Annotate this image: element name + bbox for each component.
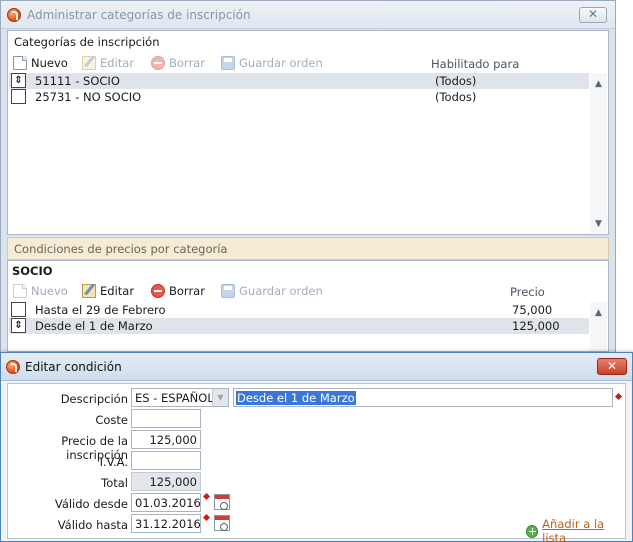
valido-hasta-input[interactable]: 31.12.2016 [131,514,201,533]
delete-label: Borrar [169,284,205,298]
coste-input[interactable] [131,409,201,428]
row-select-box[interactable] [11,89,26,104]
calendar-icon[interactable] [214,515,230,531]
dialog-title: Editar condición [25,360,122,374]
scroll-up-icon[interactable]: ▲ [590,306,607,320]
scroll-down-icon[interactable]: ▼ [590,217,607,231]
valido-desde-input[interactable]: 01.03.2016 [131,493,201,512]
categories-panel: Categorías de inscripción Nuevo Editar B… [7,30,609,235]
category-name: 25731 - NO SOCIO [35,90,142,104]
descripcion-input[interactable]: Desde el 1 de Marzo [233,388,613,407]
new-condition-button[interactable]: Nuevo [13,282,68,300]
iva-label: I.V.A. [99,455,128,469]
pricing-section-title: Condiciones de precios por categoría [14,242,228,256]
descripcion-label: Descripción [60,392,128,406]
edit-pencil-icon [82,56,96,70]
delete-condition-button[interactable]: Borrar [151,282,205,300]
descripcion-value: Desde el 1 de Marzo [236,391,356,405]
coste-label: Coste [95,413,128,427]
price-column-header: Precio [510,285,545,299]
total-label: Total [101,476,128,490]
calendar-icon[interactable] [214,494,230,510]
iva-input[interactable] [131,451,201,470]
enabled-for-column-header: Habilitado para [431,57,520,71]
precio-input[interactable]: 125,000 [131,430,201,449]
pricing-scrollbar[interactable]: ▲ [590,302,607,351]
categories-section-title: Categorías de inscripción [14,35,160,49]
dialog-titlebar[interactable]: Editar condición ✕ [1,353,632,381]
scroll-up-icon[interactable]: ▲ [590,77,607,91]
valido-hasta-label: Válido hasta [57,518,128,532]
drag-handle-icon[interactable]: ⇕ [11,318,26,333]
new-document-icon [13,56,27,70]
app-logo-icon [7,8,21,22]
dialog-form: Descripción ES - ESPAÑOL ▼ Desde el 1 de… [7,383,626,542]
new-label: Nuevo [31,284,68,298]
new-label: Nuevo [31,56,68,70]
edit-condition-dialog: Editar condición ✕ Descripción ES - ESPA… [0,352,633,542]
window-title: Administrar categorías de inscripción [27,8,251,22]
language-select[interactable]: ES - ESPAÑOL ▼ [131,388,229,407]
required-marker-icon [614,392,623,401]
condition-price: 75,000 [512,303,553,317]
new-document-icon [13,284,27,298]
save-disk-icon [221,284,235,298]
chevron-down-icon[interactable]: ▼ [212,389,228,406]
pricing-panel: SOCIO Nuevo Editar Borrar Guardar orden … [7,260,609,352]
edit-label: Editar [100,56,135,70]
condition-label: Desde el 1 de Marzo [35,319,153,333]
condition-row[interactable]: Hasta el 29 de Febrero 75,000 [9,302,589,318]
dialog-close-button[interactable]: ✕ [597,358,627,375]
edit-condition-button[interactable]: Editar [82,282,134,300]
valido-desde-label: Válido desde [54,497,128,511]
add-to-list-label: Añadir a la lista [542,517,605,542]
edit-category-button[interactable]: Editar [82,54,134,72]
delete-label: Borrar [169,56,205,70]
categories-scrollbar[interactable]: ▲ ▼ [590,73,607,233]
required-marker-icon [202,513,211,522]
categories-window-titlebar[interactable]: Administrar categorías de inscripción ✕ [1,1,615,29]
save-disk-icon [221,56,235,70]
total-value: 125,000 [131,472,201,491]
condition-label: Hasta el 29 de Febrero [35,303,166,317]
category-enabled-for: (Todos) [435,74,477,88]
category-name: 51111 - SOCIO [35,74,120,88]
add-circle-icon [526,524,539,538]
language-value: ES - ESPAÑOL [135,391,214,405]
delete-category-button[interactable]: Borrar [151,54,205,72]
pricing-section-header: Condiciones de precios por categoría [7,237,609,260]
drag-handle-icon[interactable]: ⇕ [11,73,26,88]
category-row[interactable]: ⇕ 51111 - SOCIO (Todos) [9,73,589,89]
category-enabled-for: (Todos) [435,90,477,104]
app-logo-icon [6,360,20,374]
edit-label: Editar [100,284,135,298]
delete-icon [151,284,165,298]
row-select-box[interactable] [11,302,26,317]
window-close-button[interactable]: ✕ [579,7,607,23]
pricing-category-name: SOCIO [12,264,53,278]
condition-row[interactable]: ⇕ Desde el 1 de Marzo 125,000 [9,318,589,334]
save-order-label: Guardar orden [239,56,323,70]
delete-icon [151,56,165,70]
save-order-button[interactable]: Guardar orden [221,282,323,300]
add-to-list-link[interactable]: Añadir a la lista [526,517,625,542]
category-row[interactable]: 25731 - NO SOCIO (Todos) [9,89,589,105]
required-marker-icon [202,492,211,501]
save-order-button[interactable]: Guardar orden [221,54,323,72]
edit-pencil-icon [82,284,96,298]
save-order-label: Guardar orden [239,284,323,298]
condition-price: 125,000 [512,319,560,333]
new-category-button[interactable]: Nuevo [13,54,68,72]
